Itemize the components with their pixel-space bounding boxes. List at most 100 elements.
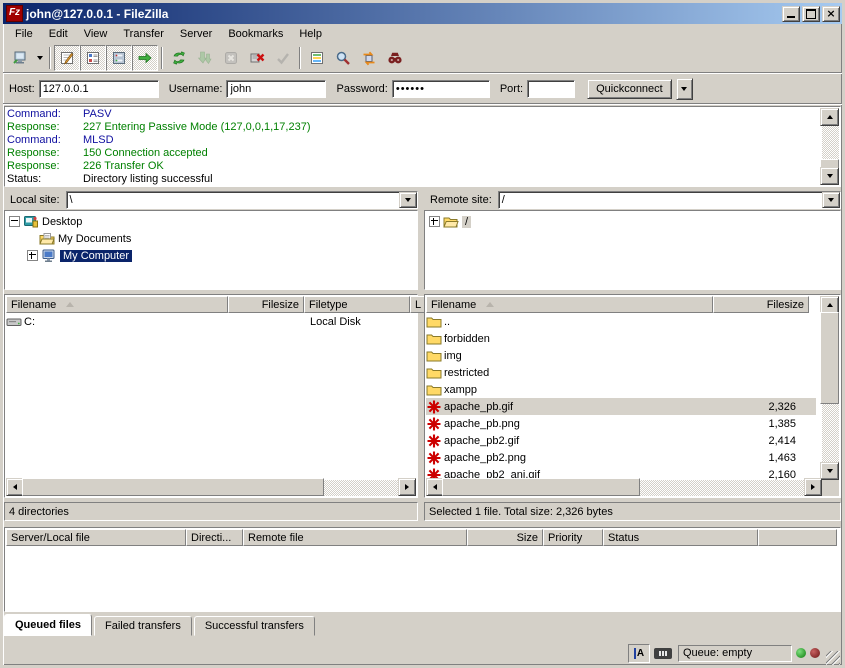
scroll-thumb[interactable] — [22, 478, 324, 496]
column-status[interactable]: Status — [603, 529, 758, 546]
maximize-button[interactable] — [802, 6, 820, 22]
folder-icon — [426, 382, 442, 398]
combo-dropdown-button[interactable] — [822, 192, 840, 208]
menu-view[interactable]: View — [76, 26, 116, 42]
arrow-right-icon — [811, 484, 815, 490]
column-filesize[interactable]: Filesize — [228, 296, 304, 313]
process-queue-button[interactable] — [192, 45, 218, 71]
password-label: Password: — [336, 83, 387, 95]
file-row[interactable]: apache_pb2.gif 2,414 — [426, 432, 816, 449]
tree-item-desktop[interactable]: Desktop — [9, 213, 417, 230]
search-icon — [335, 50, 351, 66]
transfer-type-icon: A — [634, 648, 644, 659]
close-button[interactable]: × — [822, 6, 840, 22]
tree-item-my-computer[interactable]: My Computer — [9, 247, 417, 264]
column-filesize[interactable]: Filesize — [713, 296, 809, 313]
speed-limit-icon — [654, 648, 672, 659]
password-input[interactable] — [392, 80, 490, 98]
scroll-right-button[interactable] — [398, 478, 416, 496]
menu-transfer[interactable]: Transfer — [115, 26, 172, 42]
expand-icon[interactable] — [27, 250, 38, 261]
file-row[interactable]: .. — [426, 313, 816, 330]
scroll-thumb[interactable] — [820, 312, 839, 404]
file-row-selected[interactable]: apache_pb.gif 2,326 — [426, 398, 816, 415]
toggle-remote-tree-button[interactable] — [106, 45, 132, 71]
column-filename[interactable]: Filename — [426, 296, 713, 313]
file-row[interactable]: restricted — [426, 364, 816, 381]
tree-item-my-documents[interactable]: My Documents — [9, 230, 417, 247]
file-row[interactable]: apache_pb2.png 1,463 — [426, 449, 816, 466]
queue-view-icon — [137, 50, 153, 66]
site-manager-icon — [12, 50, 28, 66]
scroll-up-button[interactable] — [820, 108, 839, 126]
directory-comparison-button[interactable] — [382, 45, 408, 71]
host-input[interactable] — [39, 80, 159, 98]
minimize-icon — [787, 16, 795, 18]
refresh-button[interactable] — [166, 45, 192, 71]
tab-failed-transfers[interactable]: Failed transfers — [94, 616, 192, 636]
site-manager-dropdown-button[interactable] — [33, 46, 46, 70]
toggle-queue-button[interactable] — [132, 45, 158, 71]
tab-queued-files[interactable]: Queued files — [4, 614, 92, 636]
desktop-icon — [23, 214, 39, 230]
menu-edit[interactable]: Edit — [41, 26, 76, 42]
message-log: Command:PASV Response:227 Entering Passi… — [4, 106, 841, 187]
file-row[interactable]: forbidden — [426, 330, 816, 347]
menu-bar: File Edit View Transfer Server Bookmarks… — [3, 24, 842, 43]
tree-item-root[interactable]: / — [429, 213, 840, 230]
menu-bookmarks[interactable]: Bookmarks — [220, 26, 291, 42]
scroll-thumb[interactable] — [442, 478, 640, 496]
file-row[interactable]: xampp — [426, 381, 816, 398]
local-site-combo[interactable]: \ — [66, 191, 418, 209]
scroll-down-button[interactable] — [820, 167, 839, 185]
column-priority[interactable]: Priority — [543, 529, 603, 546]
menu-file[interactable]: File — [7, 26, 41, 42]
reconnect-button[interactable] — [270, 45, 296, 71]
remote-tree: / — [424, 210, 841, 290]
refresh-icon — [171, 50, 187, 66]
reconnect-icon — [275, 50, 291, 66]
combo-dropdown-button[interactable] — [399, 192, 417, 208]
queue-tabs: Queued files Failed transfers Successful… — [4, 614, 841, 636]
search-button[interactable] — [330, 45, 356, 71]
remote-site-label: Remote site: — [424, 194, 498, 206]
quickconnect-button[interactable]: Quickconnect — [587, 79, 672, 99]
folder-icon — [426, 348, 442, 364]
scrollbar-corner — [822, 480, 839, 496]
column-remote-file[interactable]: Remote file — [243, 529, 467, 546]
column-direction[interactable]: Directi... — [186, 529, 243, 546]
arrow-down-icon — [827, 469, 833, 473]
cancel-button[interactable] — [218, 45, 244, 71]
quickconnect-bar: Host: Username: Password: Port: Quickcon… — [3, 74, 842, 103]
menu-server[interactable]: Server — [172, 26, 220, 42]
expand-icon[interactable] — [429, 216, 440, 227]
resize-grip[interactable] — [826, 651, 840, 665]
file-row[interactable]: img — [426, 347, 816, 364]
menu-help[interactable]: Help — [291, 26, 330, 42]
image-file-icon — [426, 416, 442, 432]
file-row[interactable]: C: Local Disk — [6, 313, 416, 330]
column-filetype[interactable]: Filetype — [304, 296, 410, 313]
tab-successful-transfers[interactable]: Successful transfers — [194, 616, 315, 636]
column-server-local-file[interactable]: Server/Local file — [6, 529, 186, 546]
quickconnect-dropdown-button[interactable] — [676, 78, 693, 100]
remote-status-bar: Selected 1 file. Total size: 2,326 bytes — [424, 502, 841, 521]
port-input[interactable] — [527, 80, 575, 98]
minimize-button[interactable] — [782, 6, 800, 22]
scroll-right-button[interactable] — [804, 478, 822, 496]
toggle-local-tree-button[interactable] — [80, 45, 106, 71]
collapse-icon[interactable] — [9, 216, 20, 227]
column-size[interactable]: Size — [467, 529, 543, 546]
filter-button[interactable] — [304, 45, 330, 71]
synchronized-browsing-button[interactable] — [356, 45, 382, 71]
remote-site-combo[interactable]: / — [498, 191, 841, 209]
scroll-down-button[interactable] — [820, 462, 839, 480]
file-row[interactable]: apache_pb.png 1,385 — [426, 415, 816, 432]
toggle-message-log-button[interactable] — [54, 45, 80, 71]
column-filename[interactable]: Filename — [6, 296, 228, 313]
site-manager-button[interactable] — [7, 45, 33, 71]
username-input[interactable] — [226, 80, 326, 98]
disconnect-button[interactable] — [244, 45, 270, 71]
open-folder-icon — [443, 214, 459, 230]
image-file-icon — [426, 450, 442, 466]
